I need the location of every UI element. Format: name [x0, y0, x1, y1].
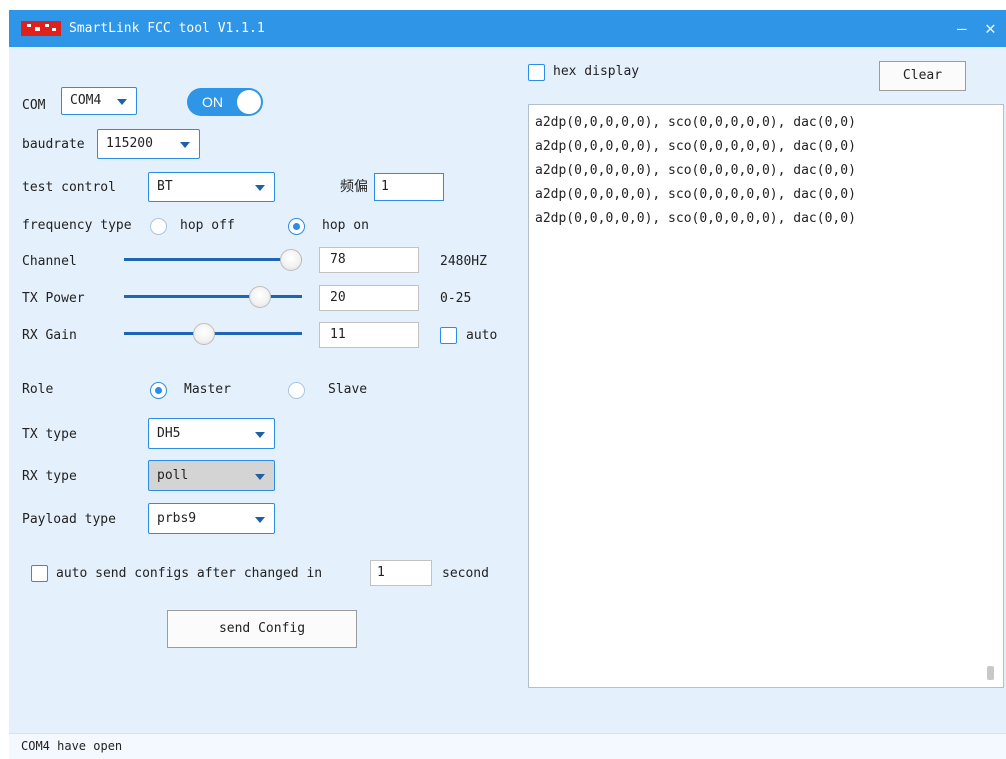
- freq-offset-label: 频偏: [340, 179, 368, 195]
- log-output[interactable]: a2dp(0,0,0,0,0), sco(0,0,0,0,0), dac(0,0…: [528, 104, 1004, 688]
- auto-send-delay-input[interactable]: 1: [370, 560, 432, 586]
- rx-type-dropdown[interactable]: poll: [148, 460, 275, 491]
- auto-send-label: auto send configs after changed in: [56, 566, 323, 581]
- radio-dot: [155, 387, 162, 394]
- status-bar: COM4 have open: [9, 733, 1006, 759]
- close-icon[interactable]: ✕: [985, 10, 996, 47]
- com-power-toggle[interactable]: ON: [187, 88, 263, 116]
- freq-offset-value: 1: [381, 179, 389, 194]
- com-port-value: COM4: [70, 93, 102, 108]
- baudrate-value: 115200: [106, 136, 153, 151]
- rx-gain-value: 11: [330, 327, 346, 342]
- hop-on-label: hop on: [322, 218, 369, 233]
- tx-power-range-text: 0-25: [440, 291, 472, 306]
- tx-power-value: 20: [330, 290, 346, 305]
- hex-display-checkbox[interactable]: [528, 64, 545, 81]
- slider-track: [124, 258, 302, 261]
- freq-offset-input[interactable]: 1: [374, 173, 444, 201]
- master-radio[interactable]: [150, 382, 167, 399]
- log-line: a2dp(0,0,0,0,0), sco(0,0,0,0,0), dac(0,0…: [535, 163, 856, 178]
- hop-on-radio[interactable]: [288, 218, 305, 235]
- tx-type-value: DH5: [157, 426, 181, 441]
- com-label: COM: [22, 98, 46, 113]
- baudrate-label: baudrate: [22, 137, 85, 152]
- frequency-type-label: frequency type: [22, 218, 132, 233]
- tx-type-label: TX type: [22, 427, 77, 442]
- send-config-button[interactable]: send Config: [167, 610, 357, 648]
- toggle-knob: [237, 90, 261, 114]
- payload-type-dropdown[interactable]: prbs9: [148, 503, 275, 534]
- slider-thumb[interactable]: [248, 286, 271, 308]
- rx-type-value: poll: [157, 468, 189, 483]
- rx-gain-slider[interactable]: [124, 322, 302, 346]
- auto-send-checkbox[interactable]: [31, 565, 48, 582]
- red-pixel-logo-icon: [21, 21, 61, 36]
- rx-gain-input[interactable]: 11: [319, 322, 419, 348]
- auto-send-unit-label: second: [442, 566, 489, 581]
- rx-gain-auto-label: auto: [466, 328, 498, 343]
- channel-value: 78: [330, 252, 346, 267]
- log-line: a2dp(0,0,0,0,0), sco(0,0,0,0,0), dac(0,0…: [535, 211, 856, 226]
- baudrate-dropdown[interactable]: 115200: [97, 129, 200, 159]
- log-line: a2dp(0,0,0,0,0), sco(0,0,0,0,0), dac(0,0…: [535, 187, 856, 202]
- chevron-down-icon: [180, 142, 190, 148]
- channel-frequency-text: 2480HZ: [440, 254, 487, 269]
- chevron-down-icon: [255, 473, 265, 480]
- minimize-icon[interactable]: —: [957, 10, 967, 47]
- title-bar: SmartLink FCC tool V1.1.1 — ✕: [9, 10, 1006, 47]
- rx-gain-auto-checkbox[interactable]: [440, 327, 457, 344]
- toggle-label: ON: [202, 94, 223, 110]
- hop-off-label: hop off: [180, 218, 235, 233]
- chevron-down-icon: [255, 431, 265, 438]
- channel-input[interactable]: 78: [319, 247, 419, 273]
- chevron-down-icon: [117, 99, 127, 105]
- clear-button[interactable]: Clear: [879, 61, 966, 91]
- tx-power-input[interactable]: 20: [319, 285, 419, 311]
- slave-label: Slave: [328, 382, 368, 397]
- slave-radio[interactable]: [288, 382, 305, 399]
- hop-off-radio[interactable]: [150, 218, 167, 235]
- hex-display-label: hex display: [553, 64, 640, 79]
- log-line: a2dp(0,0,0,0,0), sco(0,0,0,0,0), dac(0,0…: [535, 115, 856, 130]
- test-control-label: test control: [22, 180, 116, 195]
- channel-label: Channel: [22, 254, 77, 269]
- rx-gain-label: RX Gain: [22, 328, 77, 343]
- log-scrollbar-thumb[interactable]: [987, 666, 994, 680]
- test-control-dropdown[interactable]: BT: [148, 172, 275, 202]
- auto-send-delay-value: 1: [377, 565, 385, 580]
- master-label: Master: [184, 382, 231, 397]
- slider-thumb[interactable]: [192, 323, 215, 345]
- role-label: Role: [22, 382, 54, 397]
- tx-type-dropdown[interactable]: DH5: [148, 418, 275, 449]
- com-port-dropdown[interactable]: COM4: [61, 87, 137, 115]
- rx-type-label: RX type: [22, 469, 77, 484]
- payload-type-label: Payload type: [22, 512, 116, 527]
- slider-track: [124, 295, 302, 298]
- slider-thumb[interactable]: [280, 249, 302, 271]
- tx-power-label: TX Power: [22, 291, 85, 306]
- channel-slider[interactable]: [124, 248, 302, 272]
- window-title: SmartLink FCC tool V1.1.1: [69, 21, 265, 36]
- tx-power-slider[interactable]: [124, 285, 302, 309]
- chevron-down-icon: [255, 185, 265, 191]
- status-text: COM4 have open: [21, 739, 123, 753]
- log-line: a2dp(0,0,0,0,0), sco(0,0,0,0,0), dac(0,0…: [535, 139, 856, 154]
- payload-type-value: prbs9: [157, 511, 197, 526]
- test-control-value: BT: [157, 179, 173, 194]
- chevron-down-icon: [255, 516, 265, 523]
- radio-dot: [293, 223, 300, 230]
